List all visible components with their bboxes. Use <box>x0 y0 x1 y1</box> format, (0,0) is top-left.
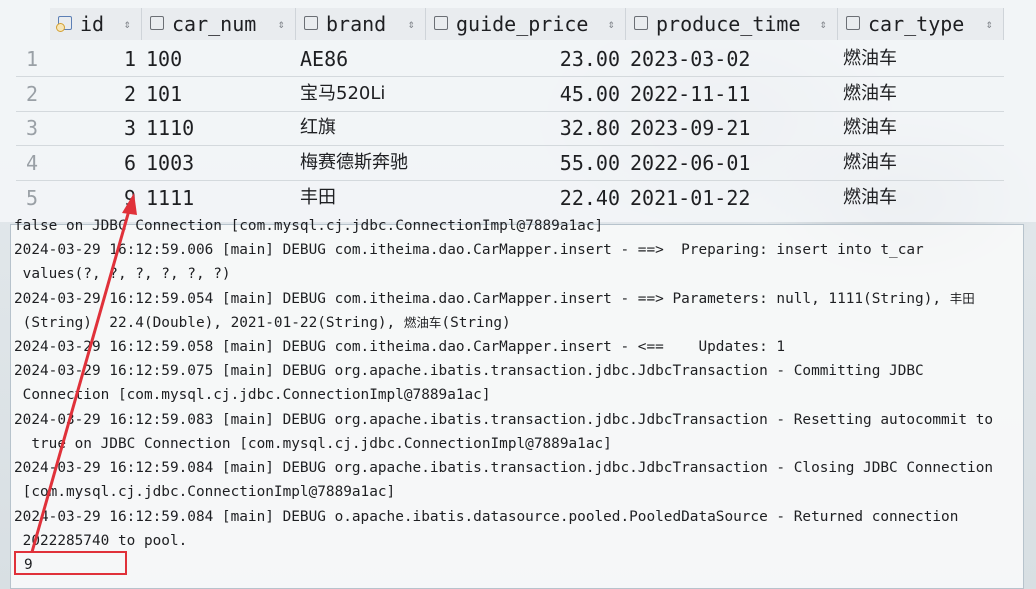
arrow-shaft <box>30 206 132 553</box>
arrow-head <box>122 193 137 215</box>
annotation-arrow <box>30 193 137 553</box>
